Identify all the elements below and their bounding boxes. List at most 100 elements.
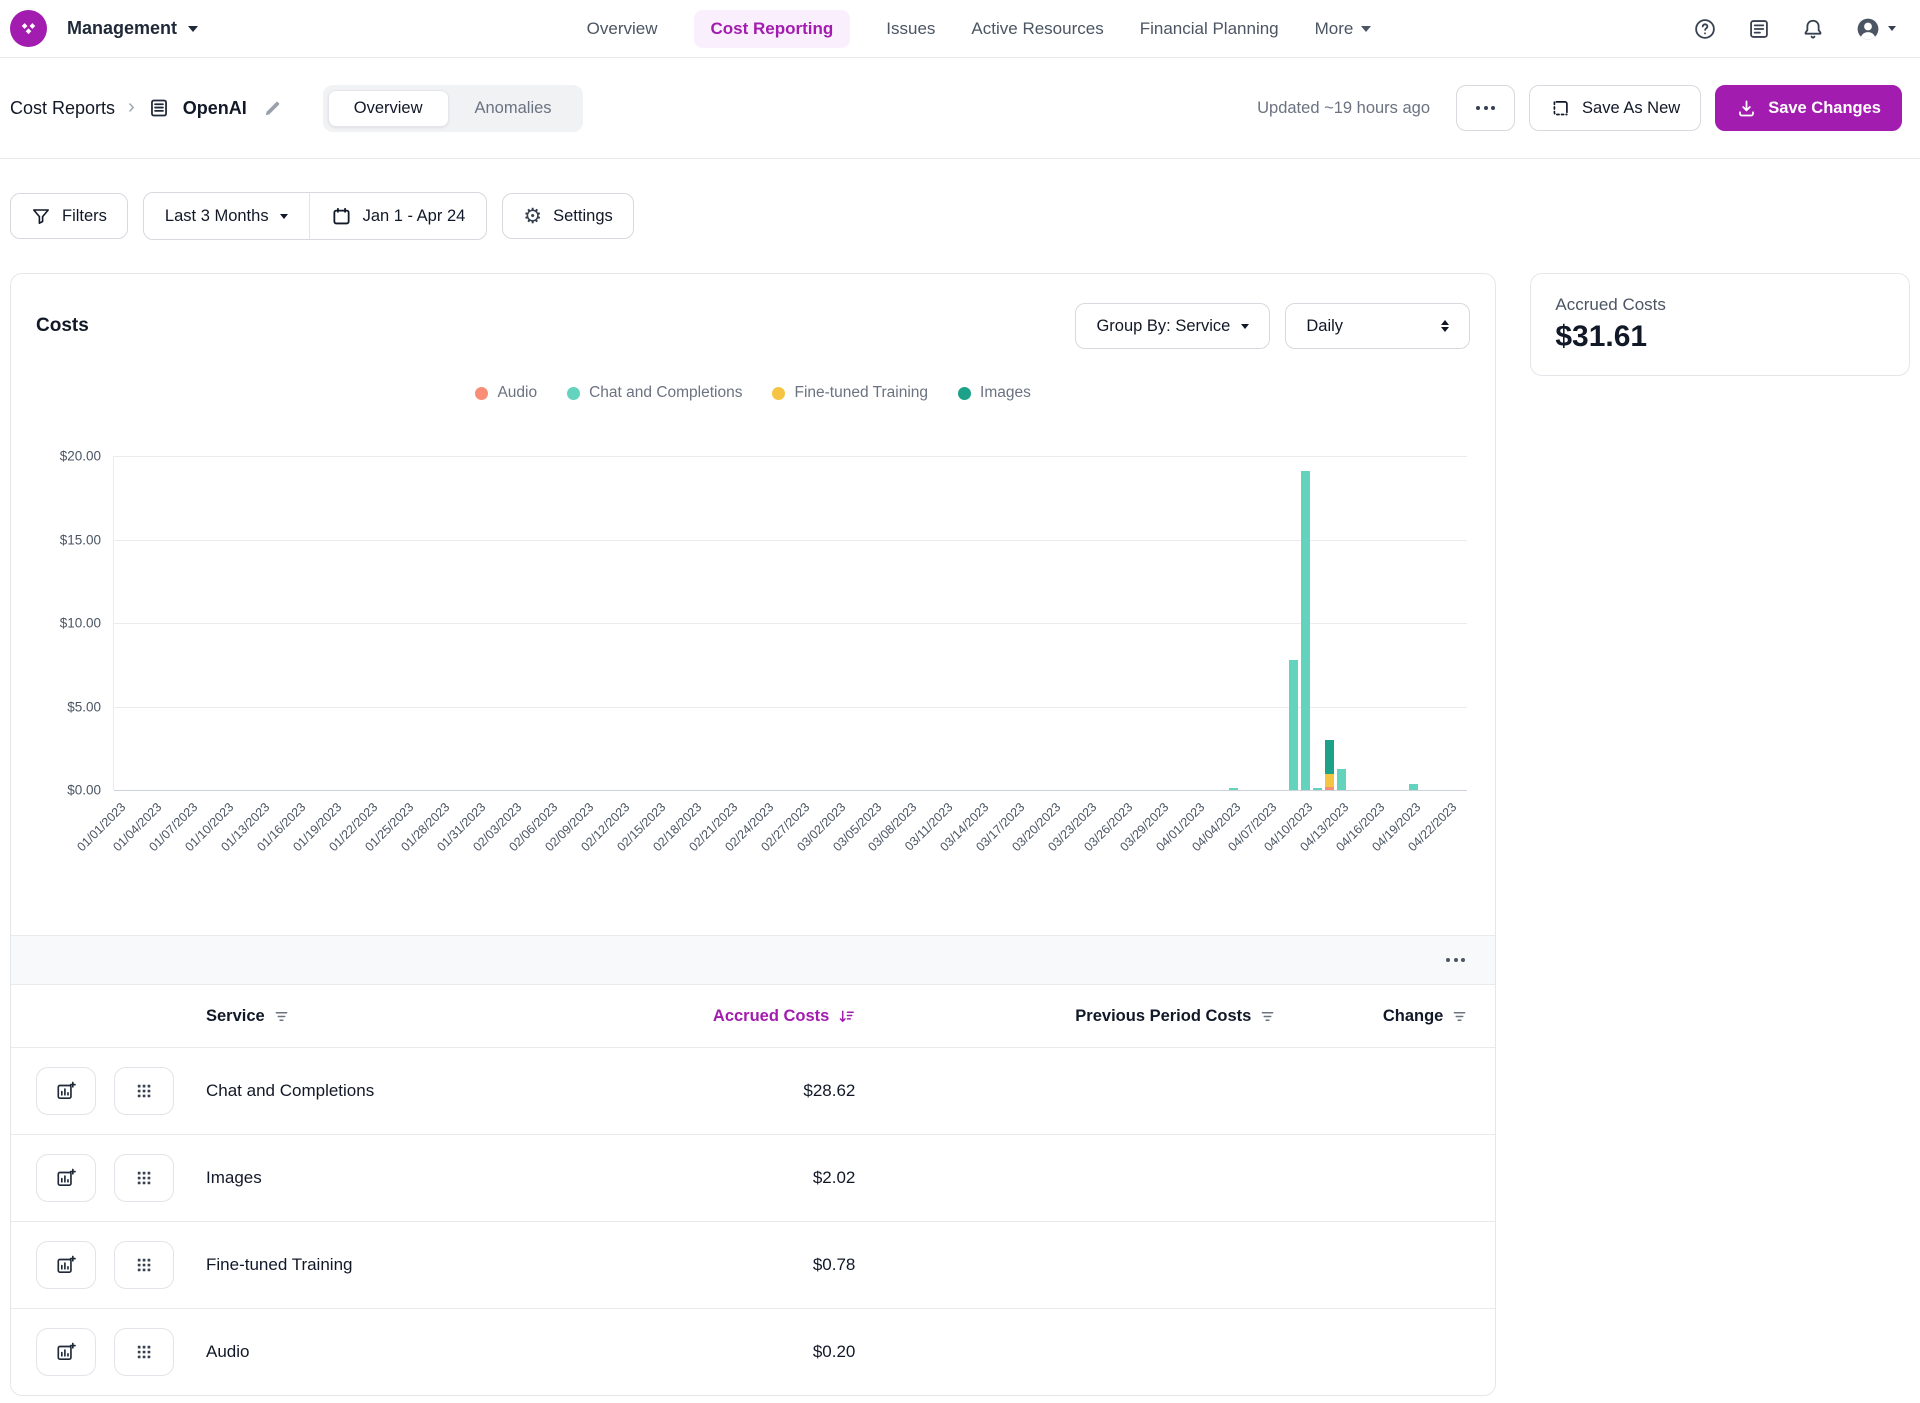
group-by-dropdown[interactable]: Group By: Service [1075, 303, 1270, 349]
legend-item-images[interactable]: Images [958, 384, 1031, 402]
accrued-costs-label: Accrued Costs [1555, 295, 1885, 315]
settings-button[interactable]: ⚙ Settings [502, 193, 633, 239]
main-content: Costs Group By: Service Daily Audio Chat … [0, 251, 1920, 1396]
calendar-icon [331, 206, 352, 227]
tab-overview[interactable]: Overview [328, 90, 449, 127]
accrued-cost-value: $0.78 [813, 1255, 856, 1275]
table-more-actions-button[interactable] [1446, 958, 1465, 962]
filters-button[interactable]: Filters [10, 193, 128, 239]
edit-report-name-icon[interactable] [262, 98, 283, 119]
nav-item-label: Overview [587, 19, 658, 39]
grid-menu-button[interactable] [114, 1241, 174, 1289]
chart-add-button[interactable] [36, 1241, 96, 1289]
bar-fine-tuned-training-04-12-2023[interactable] [1325, 774, 1334, 787]
row-actions [11, 1241, 191, 1289]
nav-item-label: Issues [886, 19, 935, 39]
topnav-icons [1693, 16, 1896, 42]
service-name: Audio [191, 1342, 555, 1362]
y-tick-label: $15.00 [60, 532, 101, 547]
grid-menu-button[interactable] [114, 1067, 174, 1115]
gridline [114, 456, 1467, 457]
nav-item-cost-reporting[interactable]: Cost Reporting [694, 10, 851, 48]
save-changes-button[interactable]: Save Changes [1715, 85, 1902, 131]
column-header-previous-period-costs[interactable]: Previous Period Costs [855, 1007, 1275, 1026]
group-by-label: Group By: Service [1096, 317, 1230, 336]
chevron-down-icon [280, 214, 288, 219]
workspace-name: Management [67, 18, 177, 39]
column-filter-icon[interactable] [274, 1009, 289, 1024]
column-header-service[interactable]: Service [191, 1007, 555, 1026]
bar-chat-and-completions-04-13-2023[interactable] [1337, 769, 1346, 790]
chart-plot-row: $20.00$15.00$10.00$5.00$0.00 [31, 456, 1467, 790]
chart-add-icon [55, 1254, 77, 1276]
legend-item-chat-and-completions[interactable]: Chat and Completions [567, 384, 742, 402]
service-name: Fine-tuned Training [191, 1255, 555, 1275]
nav-item-financial-planning[interactable]: Financial Planning [1140, 19, 1279, 39]
legend-dot-icon [475, 387, 488, 400]
period-preset-label: Last 3 Months [165, 207, 269, 226]
legend-label: Fine-tuned Training [794, 384, 928, 402]
legend-label: Images [980, 384, 1031, 402]
nav-item-overview[interactable]: Overview [587, 19, 658, 39]
column-header-change[interactable]: Change [1275, 1007, 1495, 1026]
chevron-down-icon [1361, 26, 1371, 32]
gridline [114, 623, 1467, 624]
row-actions [11, 1067, 191, 1115]
y-tick-label: $20.00 [60, 449, 101, 464]
costs-report-card: Costs Group By: Service Daily Audio Chat … [10, 273, 1496, 1396]
nav-item-label: Active Resources [971, 19, 1103, 39]
chart-add-button[interactable] [36, 1154, 96, 1202]
nav-item-issues[interactable]: Issues [886, 19, 935, 39]
legend-item-fine-tuned-training[interactable]: Fine-tuned Training [772, 384, 928, 402]
column-header-accrued-costs[interactable]: Accrued Costs [555, 1007, 855, 1026]
grid-menu-button[interactable] [114, 1154, 174, 1202]
nav-item-label: Cost Reporting [711, 19, 834, 39]
chart-add-icon [55, 1080, 77, 1102]
date-range-picker[interactable]: Jan 1 - Apr 24 [309, 193, 487, 239]
notifications-bell-icon[interactable] [1801, 17, 1825, 41]
granularity-label: Daily [1306, 317, 1343, 336]
chart-legend: Audio Chat and Completions Fine-tuned Trai… [11, 382, 1495, 404]
save-download-icon [1736, 98, 1757, 119]
last-updated-text: Updated ~19 hours ago [1257, 99, 1430, 118]
column-label: Previous Period Costs [1075, 1007, 1251, 1026]
vantage-logo-icon[interactable] [10, 10, 47, 47]
column-filter-icon[interactable] [1260, 1009, 1275, 1024]
nav-item-active-resources[interactable]: Active Resources [971, 19, 1103, 39]
chart-header: Costs Group By: Service Daily [36, 302, 1470, 350]
account-menu[interactable] [1855, 16, 1896, 42]
table-row-chat-and-completions: Chat and Completions$28.62 [11, 1047, 1495, 1134]
save-as-new-icon [1550, 98, 1571, 119]
legend-item-audio[interactable]: Audio [475, 384, 537, 402]
grid-menu-button[interactable] [114, 1328, 174, 1376]
report-icon [148, 97, 170, 119]
save-as-new-button[interactable]: Save As New [1529, 85, 1701, 131]
report-actions: Updated ~19 hours ago Save As New Save C… [1257, 85, 1902, 131]
chart-add-button[interactable] [36, 1067, 96, 1115]
changelog-icon[interactable] [1747, 17, 1771, 41]
column-filter-icon[interactable] [1452, 1009, 1467, 1024]
nav-item-more[interactable]: More [1315, 19, 1372, 39]
sort-descending-icon[interactable] [838, 1008, 855, 1025]
accrued-costs-card: Accrued Costs $31.61 [1530, 273, 1910, 376]
legend-label: Chat and Completions [589, 384, 742, 402]
column-label: Accrued Costs [713, 1007, 829, 1026]
chart-title: Costs [36, 315, 89, 337]
bar-images-04-12-2023[interactable] [1325, 740, 1334, 774]
chart-add-button[interactable] [36, 1328, 96, 1376]
table-row-fine-tuned-training: Fine-tuned Training $0.78 [11, 1221, 1495, 1308]
report-view-tabs: Overview Anomalies [323, 85, 583, 132]
grid-icon [134, 1255, 154, 1275]
workspace-switcher[interactable]: Management [67, 18, 198, 39]
granularity-select[interactable]: Daily [1285, 303, 1470, 349]
help-icon[interactable] [1693, 17, 1717, 41]
bar-chat-and-completions-04-09-2023[interactable] [1289, 660, 1298, 790]
tab-anomalies[interactable]: Anomalies [449, 90, 578, 127]
row-actions [11, 1154, 191, 1202]
breadcrumb-cost-reports[interactable]: Cost Reports [10, 98, 115, 119]
period-preset-dropdown[interactable]: Last 3 Months [144, 193, 309, 239]
chevron-down-icon [188, 26, 198, 32]
more-actions-button[interactable] [1456, 85, 1515, 131]
legend-dot-icon [772, 387, 785, 400]
bar-chat-and-completions-04-10-2023[interactable] [1301, 471, 1310, 790]
